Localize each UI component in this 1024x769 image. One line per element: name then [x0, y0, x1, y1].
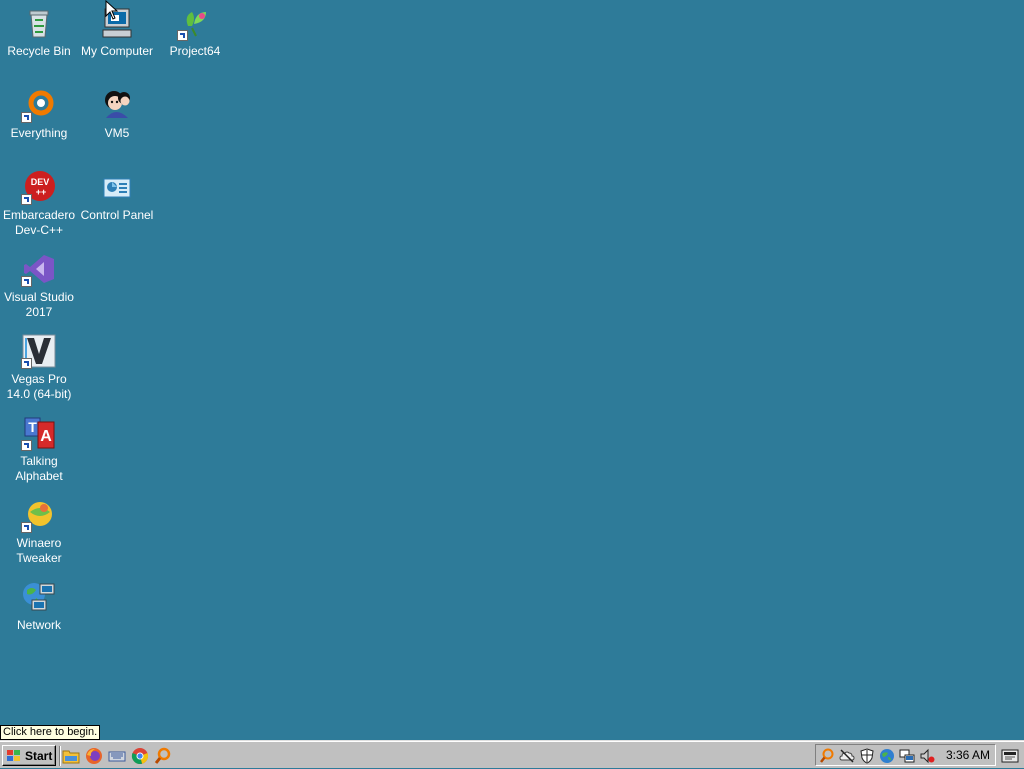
- firefox-icon[interactable]: [85, 747, 103, 765]
- project64-icon: [177, 6, 212, 41]
- desktop-icon-talking-alphabet[interactable]: TA Talking Alphabet: [0, 412, 78, 484]
- mouse-cursor-icon: [105, 0, 119, 20]
- cloud-icon[interactable]: [839, 748, 855, 764]
- icon-label: Embarcadero Dev-C++: [2, 208, 76, 237]
- windows-logo-icon: [7, 749, 20, 761]
- icon-label: Project64: [169, 44, 221, 58]
- chrome-icon[interactable]: [131, 747, 149, 765]
- volume-muted-icon[interactable]: [919, 748, 935, 764]
- icon-label: Talking Alphabet: [15, 454, 63, 483]
- clock[interactable]: 3:36 AM: [946, 748, 990, 762]
- desktop-icon-network[interactable]: Network: [0, 576, 78, 633]
- icon-label: Winaero Tweaker: [16, 536, 62, 565]
- desktop-icon-vm5[interactable]: VM5: [78, 84, 156, 141]
- taskbar-separator: [59, 746, 61, 766]
- icon-label: Vegas Pro 14.0 (64-bit): [6, 372, 72, 401]
- svg-text:T: T: [28, 419, 37, 435]
- visual-studio-icon: [21, 252, 56, 287]
- network-icon: [22, 580, 56, 614]
- start-tooltip: Click here to begin.: [0, 725, 101, 740]
- everything-icon: [21, 88, 56, 123]
- vegas-pro-icon: [21, 334, 56, 369]
- icon-label: My Computer: [80, 44, 154, 58]
- svg-text:++: ++: [36, 187, 47, 197]
- icon-label: Recycle Bin: [7, 44, 71, 58]
- file-explorer-icon[interactable]: [62, 747, 80, 765]
- icon-label: Visual Studio 2017: [4, 290, 74, 319]
- svg-text:DEV: DEV: [31, 177, 50, 187]
- start-button[interactable]: Start: [2, 745, 56, 766]
- devcpp-icon: DEV ++: [21, 170, 56, 205]
- recycle-bin-icon: [22, 6, 56, 40]
- desktop-icon-project64[interactable]: Project64: [156, 2, 234, 59]
- desktop-icon-everything[interactable]: Everything: [0, 84, 78, 141]
- keyboard-icon[interactable]: [108, 747, 126, 765]
- start-label: Start: [25, 748, 53, 763]
- desktop-icon-vegas-pro[interactable]: Vegas Pro 14.0 (64-bit): [0, 330, 78, 402]
- desktop-icon-control-panel[interactable]: Control Panel: [78, 166, 156, 223]
- search-icon[interactable]: [154, 747, 172, 765]
- desktop-icon-devcpp[interactable]: DEV ++ Embarcadero Dev-C++: [0, 166, 78, 238]
- control-panel-icon: [100, 170, 134, 204]
- icon-label: Control Panel: [80, 208, 154, 222]
- desktop: Recycle Bin Everything DEV ++ Embarcadero…: [0, 0, 1024, 740]
- icon-label: Everything: [10, 126, 68, 140]
- icon-label: VM5: [104, 126, 130, 140]
- network-tray-icon[interactable]: [899, 748, 915, 764]
- winaero-tweaker-icon: [21, 498, 56, 533]
- shield-icon[interactable]: [859, 748, 875, 764]
- icon-label: Network: [16, 618, 61, 632]
- system-tray: 3:36 AM: [815, 744, 996, 766]
- desktop-icon-recycle-bin[interactable]: Recycle Bin: [0, 2, 78, 59]
- tray-search-icon[interactable]: [819, 748, 835, 764]
- show-desktop-icon[interactable]: [1000, 746, 1020, 766]
- desktop-icon-visual-studio[interactable]: Visual Studio 2017: [0, 248, 78, 320]
- desktop-icon-winaero-tweaker[interactable]: Winaero Tweaker: [0, 494, 78, 566]
- globe-icon[interactable]: [879, 748, 895, 764]
- svg-text:A: A: [40, 428, 52, 445]
- talking-alphabet-icon: TA: [21, 416, 56, 451]
- taskbar: Start 3:36 AM: [0, 740, 1024, 768]
- vm5-icon: [100, 88, 134, 122]
